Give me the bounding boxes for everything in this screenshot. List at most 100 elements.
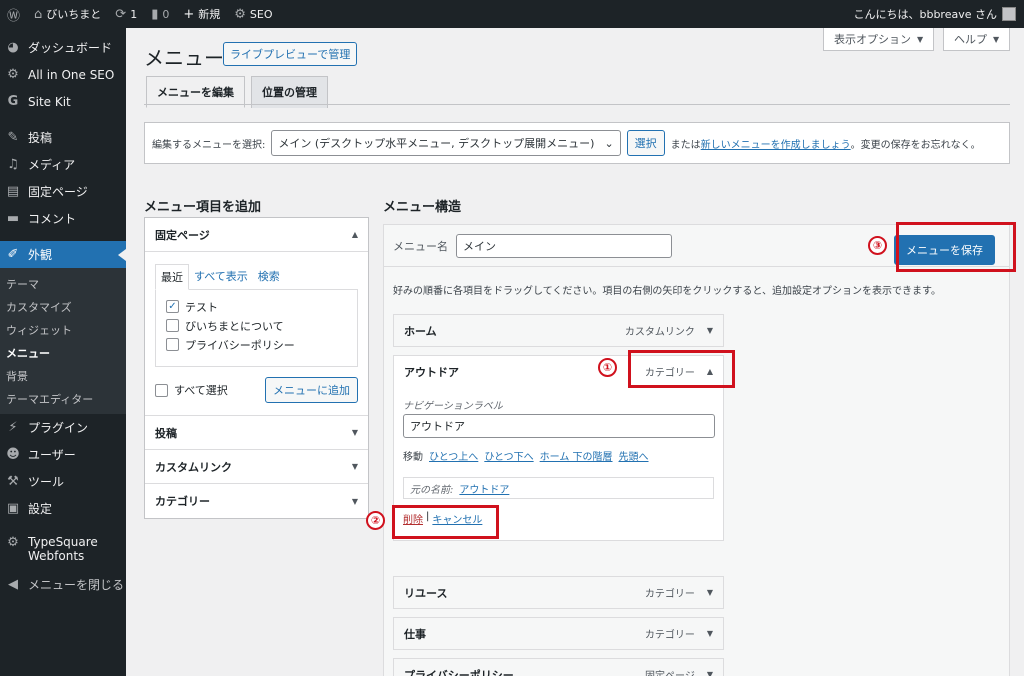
sidebar-item-sitekit[interactable]: G Site Kit [0, 88, 126, 115]
submenu-item-customize[interactable]: カスタマイズ [0, 295, 126, 318]
checkbox-checked[interactable]: ✓ [166, 300, 179, 313]
move-up-link[interactable]: ひとつ上へ [429, 448, 478, 463]
screen-options-label: 表示オプション [834, 33, 911, 46]
sidebar-item-label: 固定ページ [28, 185, 88, 199]
subtab-view-all[interactable]: すべて表示 [189, 264, 253, 290]
original-name-link[interactable]: アウトドア [459, 481, 509, 496]
submenu-item-theme-editor[interactable]: テーマエディター [0, 387, 126, 410]
checkbox[interactable] [166, 338, 179, 351]
sidebar-item-label: All in One SEO [28, 67, 115, 82]
sidebar-item-users[interactable]: ☻ ユーザー [0, 441, 126, 468]
chevron-down-icon: ⌄ [604, 136, 614, 150]
updates-count: 1 [130, 7, 138, 21]
submenu-item-widgets[interactable]: ウィジェット [0, 318, 126, 341]
accordion-title: カスタムリンク [155, 460, 232, 474]
move-under-link[interactable]: ホーム 下の階層 [540, 448, 613, 463]
menu-select-label: 編集するメニューを選択: [152, 139, 266, 151]
account-link[interactable]: こんにちは、bbbreave さん [853, 6, 1024, 22]
comment-icon: ▬ [6, 211, 20, 226]
sidebar-item-appearance[interactable]: ✐ 外観 [0, 241, 126, 268]
sidebar-item-pages[interactable]: ▤ 固定ページ [0, 178, 126, 205]
caret-down-icon[interactable]: ▼ [707, 629, 713, 638]
checkbox[interactable] [155, 383, 168, 397]
sidebar-item-typesquare[interactable]: ⚙ TypeSquare Webfonts [0, 531, 126, 571]
site-name-link[interactable]: ⌂ びいちまと [27, 0, 108, 28]
nav-label-input[interactable]: アウトドア [403, 414, 715, 438]
menu-item-title: プライバシーポリシー [404, 668, 514, 676]
sidebar-item-label: 設定 [28, 502, 53, 516]
sidebar-item-comments[interactable]: ▬ コメント [0, 205, 126, 232]
accordion-posts[interactable]: 投稿 ▼ [145, 416, 368, 450]
select-button[interactable]: 選択 [626, 130, 665, 156]
accordion-title: カテゴリー [155, 495, 210, 508]
site-name: びいちまと [46, 8, 102, 21]
submenu-item-menus[interactable]: メニュー [0, 341, 126, 364]
caret-down-icon: ▼ [993, 34, 1000, 44]
page-checkbox-row[interactable]: ✓ テスト [166, 297, 347, 316]
screen-options-button[interactable]: 表示オプション ▼ [823, 28, 935, 51]
caret-down-icon[interactable]: ▼ [707, 326, 713, 335]
submenu-item-themes[interactable]: テーマ [0, 272, 126, 295]
sidebar-item-label: 外観 [28, 248, 53, 262]
sidebar-item-media[interactable]: ♫ メディア [0, 151, 126, 178]
menu-select-bar: 編集するメニューを選択: メイン (デスクトップ水平メニュー, デスクトップ展開… [144, 122, 1010, 164]
annotation-box-2 [392, 505, 499, 539]
menu-item[interactable]: リユース カテゴリー ▼ [393, 576, 724, 609]
sidebar-item-aioseo[interactable]: ⚙ All in One SEO [0, 61, 126, 88]
caret-up-icon: ▲ [351, 230, 358, 239]
sidebar-item-dashboard[interactable]: ◕ ダッシュボード [0, 34, 126, 61]
accordion-custom-links[interactable]: カスタムリンク ▼ [145, 450, 368, 484]
new-label: 新規 [198, 8, 221, 21]
help-button[interactable]: ヘルプ ▼ [943, 28, 1011, 51]
sidebar-item-settings[interactable]: ▣ 設定 [0, 495, 126, 522]
checkbox[interactable] [166, 319, 179, 332]
accordion-pages[interactable]: 固定ページ ▲ [145, 218, 368, 252]
sidebar-item-tools[interactable]: ⚒ ツール [0, 468, 126, 495]
page-label: びいちまとについて [185, 319, 284, 333]
sidebar-item-label: 投稿 [28, 131, 53, 145]
comments-link[interactable]: ▮ 0 [144, 0, 176, 28]
page-checkbox-row[interactable]: プライバシーポリシー [166, 335, 347, 354]
updates-link[interactable]: ⟳ 1 [108, 0, 144, 28]
home-icon: ⌂ [34, 6, 43, 22]
brush-icon: ✐ [7, 247, 19, 262]
sidebar-item-label: Site Kit [28, 94, 71, 109]
collapse-menu-button[interactable]: ◀ メニューを閉じる [0, 571, 126, 598]
submenu-item-background[interactable]: 背景 [0, 364, 126, 387]
accordion-categories[interactable]: カテゴリー ▼ [145, 484, 368, 518]
menu-item[interactable]: 仕事 カテゴリー ▼ [393, 617, 724, 650]
tab-divider [144, 104, 1010, 105]
g-icon: G [7, 94, 19, 109]
sidebar-item-posts[interactable]: ✎ 投稿 [0, 124, 126, 151]
wp-logo-button[interactable]: Ⓦ [0, 0, 27, 28]
create-menu-link[interactable]: 新しいメニューを作成しましょう [701, 136, 851, 151]
sidebar-item-plugins[interactable]: ⚡ プラグイン [0, 414, 126, 441]
sidebar-item-label: ダッシュボード [28, 41, 113, 55]
menu-item-title: リユース [404, 586, 448, 600]
menu-item[interactable]: プライバシーポリシー 固定ページ ▼ [393, 658, 724, 676]
menu-item-type: カテゴリー [644, 589, 695, 600]
move-top-link[interactable]: 先頭へ [619, 448, 649, 463]
caret-down-icon[interactable]: ▼ [707, 670, 713, 676]
menu-name-input[interactable]: メイン [456, 233, 672, 258]
wrench-icon: ⚒ [7, 474, 19, 489]
live-preview-button[interactable]: ライブプレビューで管理 [223, 42, 358, 66]
main-content: 表示オプション ▼ ヘルプ ▼ メニュー ライブプレビューで管理 メニューを編集 位… [126, 28, 1024, 676]
select-all-row[interactable]: すべて選択 [155, 381, 228, 400]
caret-down-icon[interactable]: ▼ [707, 588, 713, 597]
seo-link[interactable]: ⚙ SEO [227, 0, 279, 28]
menu-select-dropdown[interactable]: メイン (デスクトップ水平メニュー, デスクトップ展開メニュー) ⌄ [271, 130, 621, 156]
avatar [1002, 7, 1016, 21]
menu-item[interactable]: ホーム カスタムリンク ▼ [393, 314, 724, 347]
pin-icon: ✎ [7, 130, 19, 145]
collapse-icon: ◀ [8, 577, 18, 592]
new-content-link[interactable]: + 新規 [176, 0, 227, 28]
subtab-recent[interactable]: 最近 [155, 264, 189, 290]
menu-item-title: 仕事 [404, 627, 426, 641]
refresh-icon: ⟳ [115, 6, 127, 22]
subtab-search[interactable]: 検索 [253, 264, 285, 290]
add-to-menu-button[interactable]: メニューに追加 [265, 377, 358, 403]
move-down-link[interactable]: ひとつ下へ [484, 448, 533, 463]
seo-label: SEO [249, 7, 273, 21]
page-checkbox-row[interactable]: びいちまとについて [166, 316, 347, 335]
